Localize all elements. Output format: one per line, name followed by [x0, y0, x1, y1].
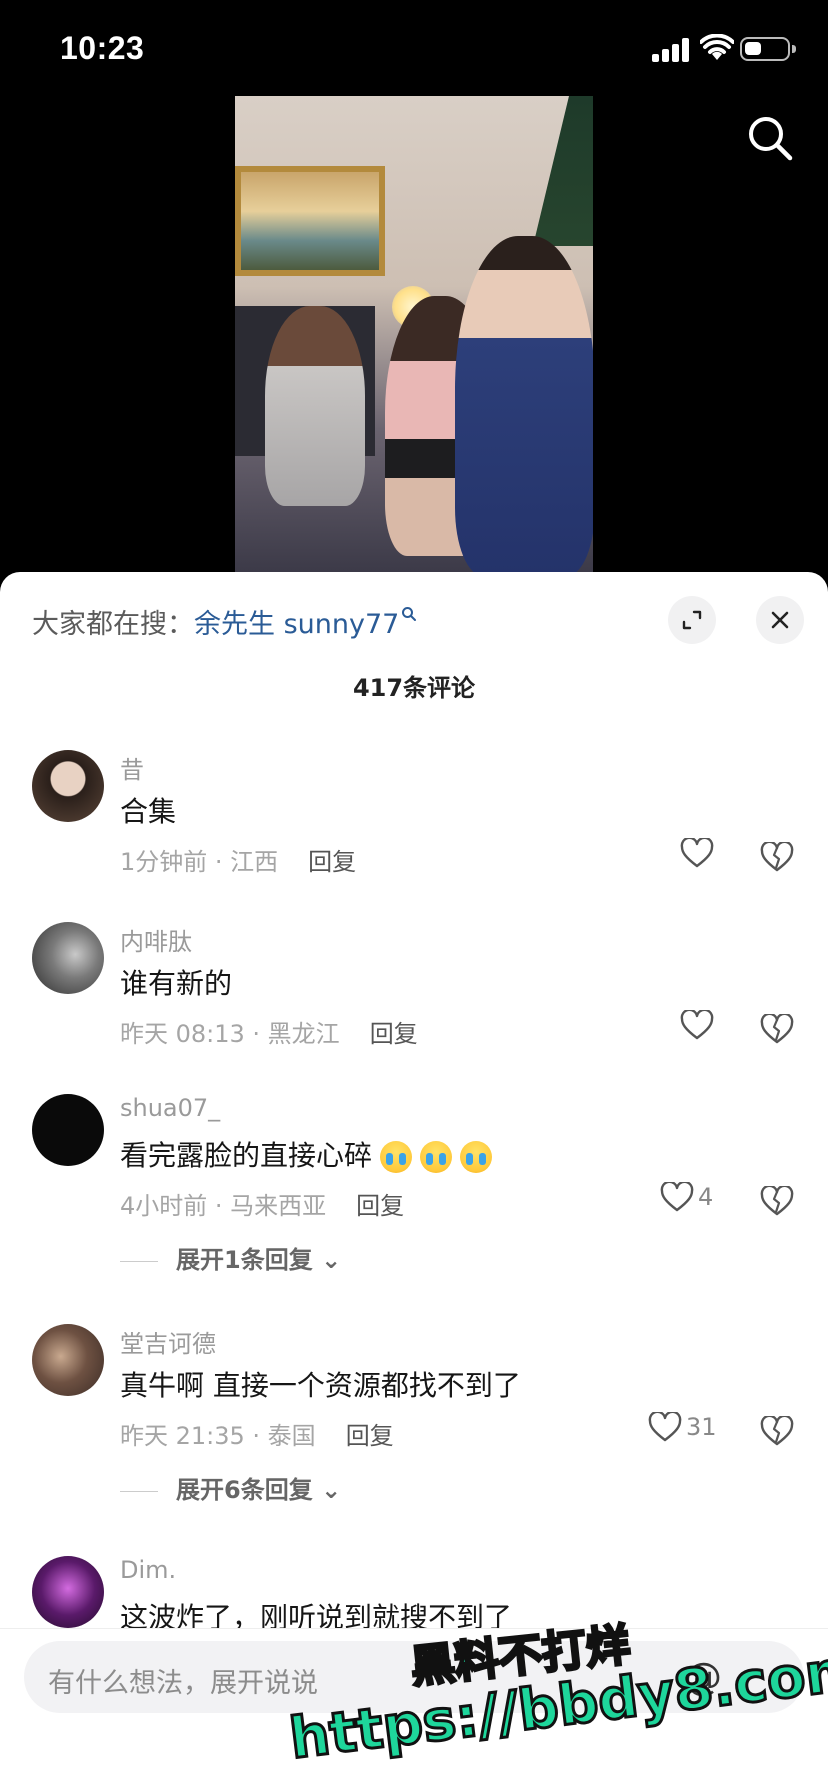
avatar[interactable] [32, 750, 104, 822]
hot-search-bar[interactable]: 大家都在搜：余先生 sunny77 [32, 602, 417, 641]
wifi-icon [700, 34, 734, 60]
like-button[interactable] [680, 1008, 714, 1046]
crying-emoji-icon [420, 1141, 453, 1173]
reply-button[interactable]: 回复 [356, 1186, 404, 1221]
avatar[interactable] [32, 1324, 104, 1396]
status-time: 10:23 [60, 30, 145, 66]
heart-icon [680, 836, 714, 868]
comment-time-location: 1分钟前 · 江西 [120, 848, 279, 876]
comment-meta: 昨天 21:35 · 泰国 回复 [120, 1416, 394, 1451]
comment-meta: 昨天 08:13 · 黑龙江 回复 [120, 1014, 418, 1049]
comment-time-location: 4小时前 · 马来西亚 [120, 1192, 327, 1220]
like-button[interactable]: 31 [648, 1410, 717, 1448]
comment-count: 417条评论 [352, 674, 476, 702]
like-button[interactable] [680, 836, 714, 874]
expand-replies-label: 展开1条回复 [176, 1246, 313, 1274]
expand-replies-label: 展开6条回复 [176, 1476, 313, 1504]
comment-text: 谁有新的 [120, 967, 233, 1000]
expand-replies-button[interactable]: 展开6条回复 ⌄ [120, 1470, 341, 1505]
close-icon [771, 611, 789, 629]
signal-strength-icon [652, 38, 692, 62]
reply-button[interactable]: 回复 [346, 1416, 394, 1451]
comment-input[interactable]: 有什么想法，展开说说 @ [24, 1641, 804, 1713]
video-player[interactable] [235, 96, 593, 572]
like-count: 31 [686, 1413, 717, 1441]
comment-item: 内啡肽 谁有新的 昨天 08:13 · 黑龙江 回复 [0, 922, 828, 1072]
heart-icon [680, 1008, 714, 1040]
expand-replies-button[interactable]: 展开1条回复 ⌄ [120, 1240, 341, 1275]
mention-icon[interactable]: @ [684, 1655, 722, 1699]
comment-item: Dim. 这波炸了，刚听说到就搜不到了 [0, 1556, 828, 1636]
video-scene-painting [235, 166, 385, 276]
like-button[interactable]: 4 [660, 1180, 714, 1218]
avatar[interactable] [32, 922, 104, 994]
broken-heart-icon[interactable] [760, 842, 794, 872]
comment-username[interactable]: 昔 [120, 750, 144, 785]
broken-heart-icon[interactable] [760, 1416, 794, 1446]
comment-username[interactable]: shua07_ [120, 1094, 220, 1122]
expand-icon [682, 610, 702, 630]
avatar[interactable] [32, 1094, 104, 1166]
heart-icon [660, 1180, 694, 1212]
comment-text: 合集 [120, 795, 177, 828]
comment-time-location: 昨天 21:35 · 泰国 [120, 1422, 316, 1450]
comment-text-body: 看完露脸的直接心碎 [120, 1139, 373, 1172]
comment-sheet: 大家都在搜：余先生 sunny77 417条评论 昔 合集 1分钟前 · 江西回… [0, 572, 828, 1792]
broken-heart-icon[interactable] [760, 1014, 794, 1044]
battery-icon [740, 37, 796, 61]
close-button[interactable] [756, 596, 804, 644]
chevron-down-icon: ⌄ [321, 1246, 342, 1274]
comment-time-location: 昨天 08:13 · 黑龙江 [120, 1020, 340, 1048]
comment-username[interactable]: Dim. [120, 1556, 176, 1584]
comment-input-bar: 有什么想法，展开说说 @ [0, 1628, 828, 1792]
comment-text: 看完露脸的直接心碎 [120, 1134, 493, 1174]
video-person-right [455, 236, 593, 572]
reply-button[interactable]: 回复 [308, 842, 356, 877]
comment-meta: 1分钟前 · 江西 回复 [120, 842, 356, 877]
video-person-left [265, 306, 365, 506]
hot-search-prefix: 大家都在搜： [32, 609, 194, 640]
expand-button[interactable] [668, 596, 716, 644]
comment-item: shua07_ 看完露脸的直接心碎 4小时前 · 马来西亚 回复 4 展开1条回复… [0, 1094, 828, 1294]
comment-meta: 4小时前 · 马来西亚 回复 [120, 1186, 404, 1221]
comment-username[interactable]: 内啡肽 [120, 922, 192, 957]
crying-emoji-icon [380, 1141, 413, 1173]
comment-text: 真牛啊 直接一个资源都找不到了 [120, 1369, 521, 1402]
avatar[interactable] [32, 1556, 104, 1628]
comment-item: 昔 合集 1分钟前 · 江西 回复 [0, 750, 828, 900]
hot-search-search-icon [402, 607, 417, 621]
comment-input-placeholder: 有什么想法，展开说说 [48, 1668, 318, 1699]
hot-search-term[interactable]: 余先生 sunny77 [194, 609, 399, 640]
broken-heart-icon[interactable] [760, 1186, 794, 1216]
heart-icon [648, 1410, 682, 1442]
video-scene-christmas-tree [533, 96, 593, 246]
reply-button[interactable]: 回复 [370, 1014, 418, 1049]
search-icon[interactable] [746, 114, 794, 162]
comment-item: 堂吉诃德 真牛啊 直接一个资源都找不到了 昨天 21:35 · 泰国 回复 31 … [0, 1324, 828, 1524]
like-count: 4 [698, 1183, 714, 1211]
crying-emoji-icon [460, 1141, 493, 1173]
comment-username[interactable]: 堂吉诃德 [120, 1324, 216, 1359]
chevron-down-icon: ⌄ [321, 1476, 342, 1504]
status-bar: 10:23 [0, 0, 828, 100]
